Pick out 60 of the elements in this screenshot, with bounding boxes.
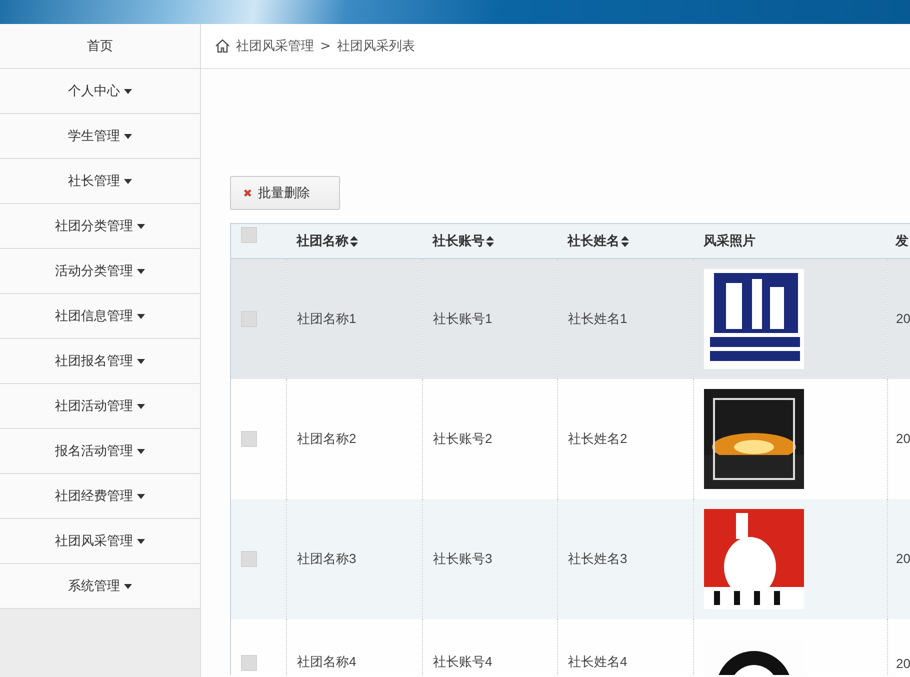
caret-icon xyxy=(137,494,145,498)
sidebar-item[interactable]: 社团分类管理 xyxy=(0,204,200,249)
table-cell: 20 xyxy=(896,551,910,566)
table-cell: 社长账号1 xyxy=(433,310,492,326)
caret-icon xyxy=(137,358,145,364)
sidebar-item[interactable]: 社长管理 xyxy=(0,159,200,204)
table-cell: 20 xyxy=(896,311,910,326)
caret-icon xyxy=(124,584,132,588)
sidebar-item[interactable]: 社团信息管理 xyxy=(0,294,200,339)
table-cell: 社团名称4 xyxy=(297,654,356,668)
column-header[interactable]: 社长账号 xyxy=(432,233,484,248)
caret-icon xyxy=(137,538,145,544)
sidebar-item[interactable]: 个人中心 xyxy=(0,69,200,114)
breadcrumb-separator: > xyxy=(320,38,331,54)
caret-icon xyxy=(124,88,132,94)
sort-icon[interactable] xyxy=(486,236,494,248)
table-cell: 社团名称3 xyxy=(297,550,356,566)
home-icon[interactable] xyxy=(215,39,230,53)
checkbox[interactable] xyxy=(241,430,257,447)
caret-icon xyxy=(137,314,145,318)
column-header[interactable]: 社团名称 xyxy=(296,233,348,248)
caret-icon xyxy=(124,134,132,138)
checkbox[interactable] xyxy=(241,311,257,328)
sidebar-item[interactable]: 社团风采管理 xyxy=(0,519,200,564)
table-cell: 社长姓名1 xyxy=(568,310,628,326)
caret-icon xyxy=(137,224,145,228)
table-cell: 社团名称1 xyxy=(297,310,356,326)
column-header[interactable]: 社长姓名 xyxy=(568,233,620,248)
sidebar-item[interactable]: 社团活动管理 xyxy=(0,384,200,429)
table-cell: 社长账号4 xyxy=(433,654,492,668)
table-cell: 社长姓名2 xyxy=(568,430,628,446)
sort-icon[interactable] xyxy=(350,236,358,248)
caret-icon xyxy=(137,268,145,274)
sidebar-item[interactable]: 学生管理 xyxy=(0,114,200,159)
checkbox[interactable] xyxy=(241,550,257,567)
column-header: 风采照片 xyxy=(704,233,756,248)
sort-icon[interactable] xyxy=(620,236,628,248)
table-cell: 社长账号3 xyxy=(433,550,492,566)
checkbox[interactable] xyxy=(241,654,257,670)
caret-icon xyxy=(137,448,145,454)
table-cell: 社团名称2 xyxy=(297,430,356,446)
column-header: 发 xyxy=(896,233,908,248)
caret-icon xyxy=(137,404,145,408)
sidebar-item[interactable]: 报名活动管理 xyxy=(0,429,200,474)
caret-icon xyxy=(124,178,132,184)
checkbox[interactable] xyxy=(241,226,257,243)
sidebar-item[interactable]: 社团报名管理 xyxy=(0,339,200,384)
sidebar-item[interactable]: 首页 xyxy=(0,24,200,69)
breadcrumb-item[interactable]: 社团风采列表 xyxy=(336,37,415,55)
table-cell: 20 xyxy=(896,656,910,670)
table-cell: 社长账号2 xyxy=(433,430,492,446)
table-cell: 社长姓名3 xyxy=(568,550,628,566)
table-cell: 20 xyxy=(896,431,910,446)
table-cell: 社长姓名4 xyxy=(568,654,628,668)
sidebar-item[interactable]: 活动分类管理 xyxy=(0,249,200,294)
sidebar-item[interactable]: 社团经费管理 xyxy=(0,474,200,519)
batch-delete-button[interactable]: ✖ 批量删除 xyxy=(230,176,340,210)
sidebar-item[interactable]: 系统管理 xyxy=(0,564,200,609)
breadcrumb-item[interactable]: 社团风采管理 xyxy=(236,37,314,55)
close-icon: ✖ xyxy=(243,186,252,200)
